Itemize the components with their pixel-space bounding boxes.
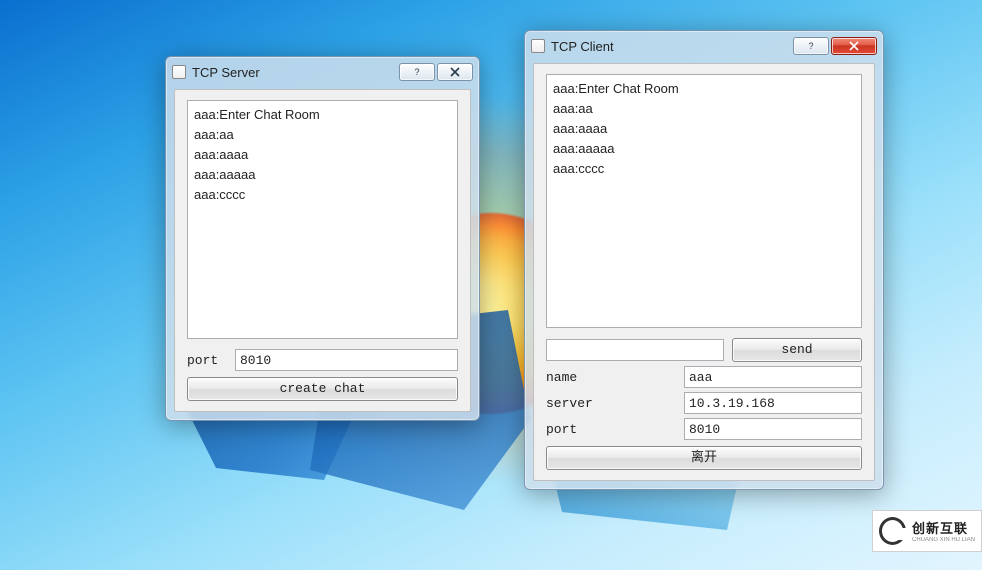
close-button[interactable] xyxy=(437,63,473,81)
close-button[interactable] xyxy=(831,37,877,55)
server-title: TCP Server xyxy=(192,65,260,80)
client-client-area: aaa:Enter Chat Roomaaa:aaaaa:aaaaaaa:aaa… xyxy=(533,63,875,481)
client-title: TCP Client xyxy=(551,39,614,54)
server-chat-log[interactable]: aaa:Enter Chat Roomaaa:aaaaa:aaaaaaa:aaa… xyxy=(187,100,458,339)
chat-line: aaa:Enter Chat Room xyxy=(553,79,855,99)
svg-text:?: ? xyxy=(414,67,419,77)
client-port-label: port xyxy=(546,422,684,437)
client-chat-log[interactable]: aaa:Enter Chat Roomaaa:aaaaa:aaaaaaa:aaa… xyxy=(546,74,862,328)
send-button[interactable]: send xyxy=(732,338,862,362)
help-button[interactable]: ? xyxy=(793,37,829,55)
watermark-badge: 创新互联 CHUANG XIN HU LIAN xyxy=(872,510,982,552)
server-port-label: port xyxy=(187,353,235,368)
svg-text:?: ? xyxy=(808,41,813,51)
chat-line: aaa:aa xyxy=(194,125,451,145)
chat-line: aaa:aaaaa xyxy=(194,165,451,185)
create-chat-button[interactable]: create chat xyxy=(187,377,458,401)
server-address-label: server xyxy=(546,396,684,411)
app-icon xyxy=(531,39,545,53)
watermark-logo-icon xyxy=(879,517,906,545)
app-icon xyxy=(172,65,186,79)
leave-button[interactable]: 离开 xyxy=(546,446,862,470)
name-input[interactable] xyxy=(684,366,862,388)
tcp-client-window: TCP Client ? aaa:Enter Chat Roomaaa:aaaa… xyxy=(524,30,884,490)
tcp-server-window: TCP Server ? aaa:Enter Chat Roomaaa:aaaa… xyxy=(165,56,480,421)
chat-line: aaa:aaaa xyxy=(194,145,451,165)
chat-line: aaa:aa xyxy=(553,99,855,119)
help-button[interactable]: ? xyxy=(399,63,435,81)
watermark-brand-cn: 创新互联 xyxy=(912,518,975,537)
chat-line: aaa:cccc xyxy=(194,185,451,205)
name-label: name xyxy=(546,370,684,385)
chat-line: aaa:aaaa xyxy=(553,119,855,139)
client-port-input[interactable] xyxy=(684,418,862,440)
chat-line: aaa:aaaaa xyxy=(553,139,855,159)
server-client-area: aaa:Enter Chat Roomaaa:aaaaa:aaaaaaa:aaa… xyxy=(174,89,471,412)
message-input[interactable] xyxy=(546,339,724,361)
watermark-brand-en: CHUANG XIN HU LIAN xyxy=(912,537,975,544)
server-port-input[interactable] xyxy=(235,349,458,371)
chat-line: aaa:cccc xyxy=(553,159,855,179)
client-titlebar[interactable]: TCP Client ? xyxy=(525,31,883,61)
server-address-input[interactable] xyxy=(684,392,862,414)
server-titlebar[interactable]: TCP Server ? xyxy=(166,57,479,87)
chat-line: aaa:Enter Chat Room xyxy=(194,105,451,125)
